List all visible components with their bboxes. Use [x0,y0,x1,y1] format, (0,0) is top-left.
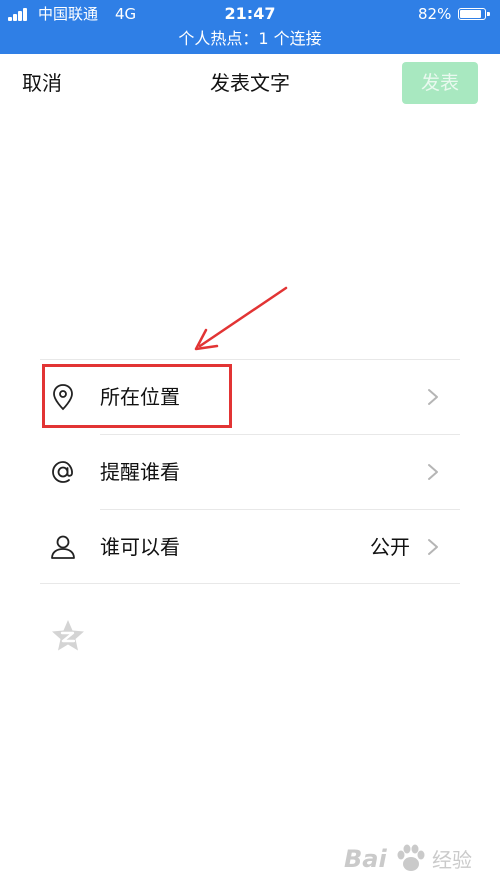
watermark-subtext: 经验 [432,848,472,872]
watermark-text: Bai [344,845,387,873]
chevron-right-icon [428,464,438,480]
battery-icon [458,8,490,20]
status-row: 中国联通 4G 21:47 82% [0,4,500,24]
chevron-right-icon [428,539,438,555]
nav-bar: 取消 发表文字 发表 [0,54,500,112]
status-bar: 中国联通 4G 21:47 82% 个人热点：1 个连接 [0,0,500,54]
row-mention[interactable]: 提醒谁看 [40,435,460,509]
row-mention-label: 提醒谁看 [100,460,180,484]
row-visibility[interactable]: 谁可以看 公开 [40,510,460,584]
at-sign-icon [52,461,73,483]
paw-icon [397,844,425,871]
annotation-arrow [194,286,288,351]
person-icon [51,535,75,559]
chevron-right-icon [428,389,438,405]
row-visibility-label: 谁可以看 [100,535,180,559]
visibility-value: 公开 [370,535,410,559]
battery-percent: 82% [418,5,452,23]
annotation-highlight-box [42,364,232,428]
list-bottom-divider [40,583,460,584]
watermark-logo: Bai 经验 [340,836,490,880]
publish-button[interactable]: 发表 [402,62,478,104]
hotspot-banner[interactable]: 个人热点：1 个连接 [0,28,500,50]
qzone-star-icon[interactable] [50,618,86,654]
